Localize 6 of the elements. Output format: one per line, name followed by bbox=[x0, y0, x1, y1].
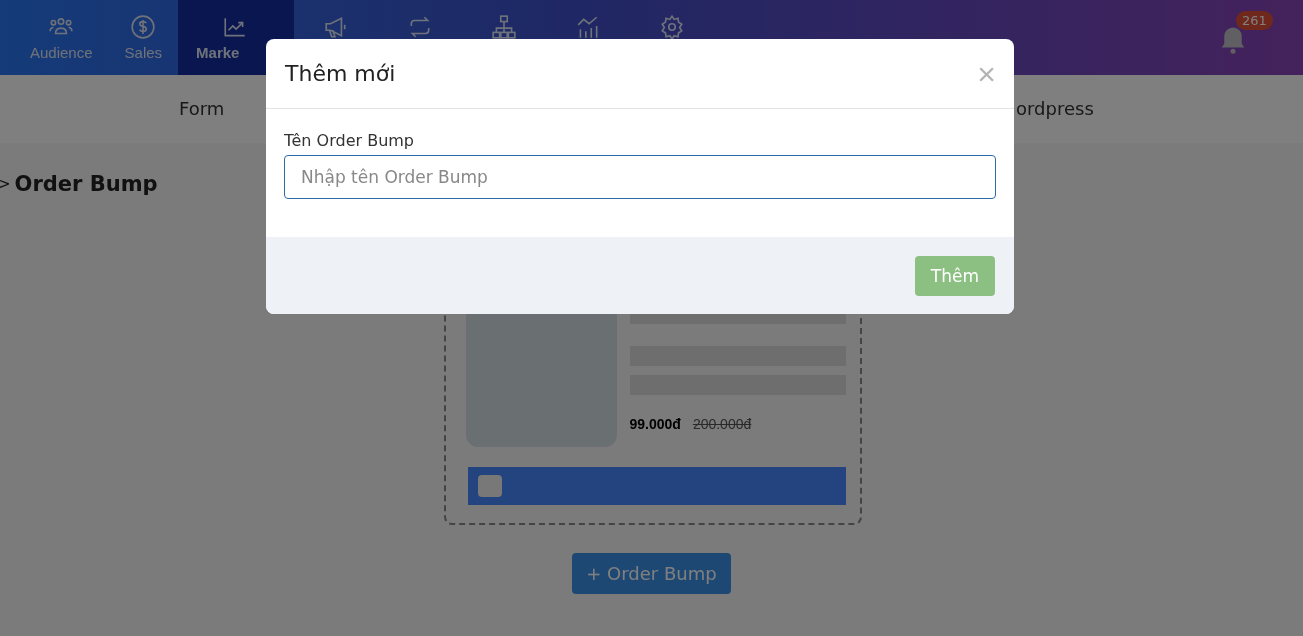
price: 99.000đ bbox=[629, 416, 681, 432]
old-price: 200.000đ bbox=[692, 416, 752, 432]
page-title: Order Bump bbox=[14, 172, 158, 196]
breadcrumb-separator: > bbox=[0, 175, 11, 193]
field-label: Tên Order Bump bbox=[284, 131, 415, 150]
notification-badge: 261 bbox=[1236, 10, 1273, 30]
